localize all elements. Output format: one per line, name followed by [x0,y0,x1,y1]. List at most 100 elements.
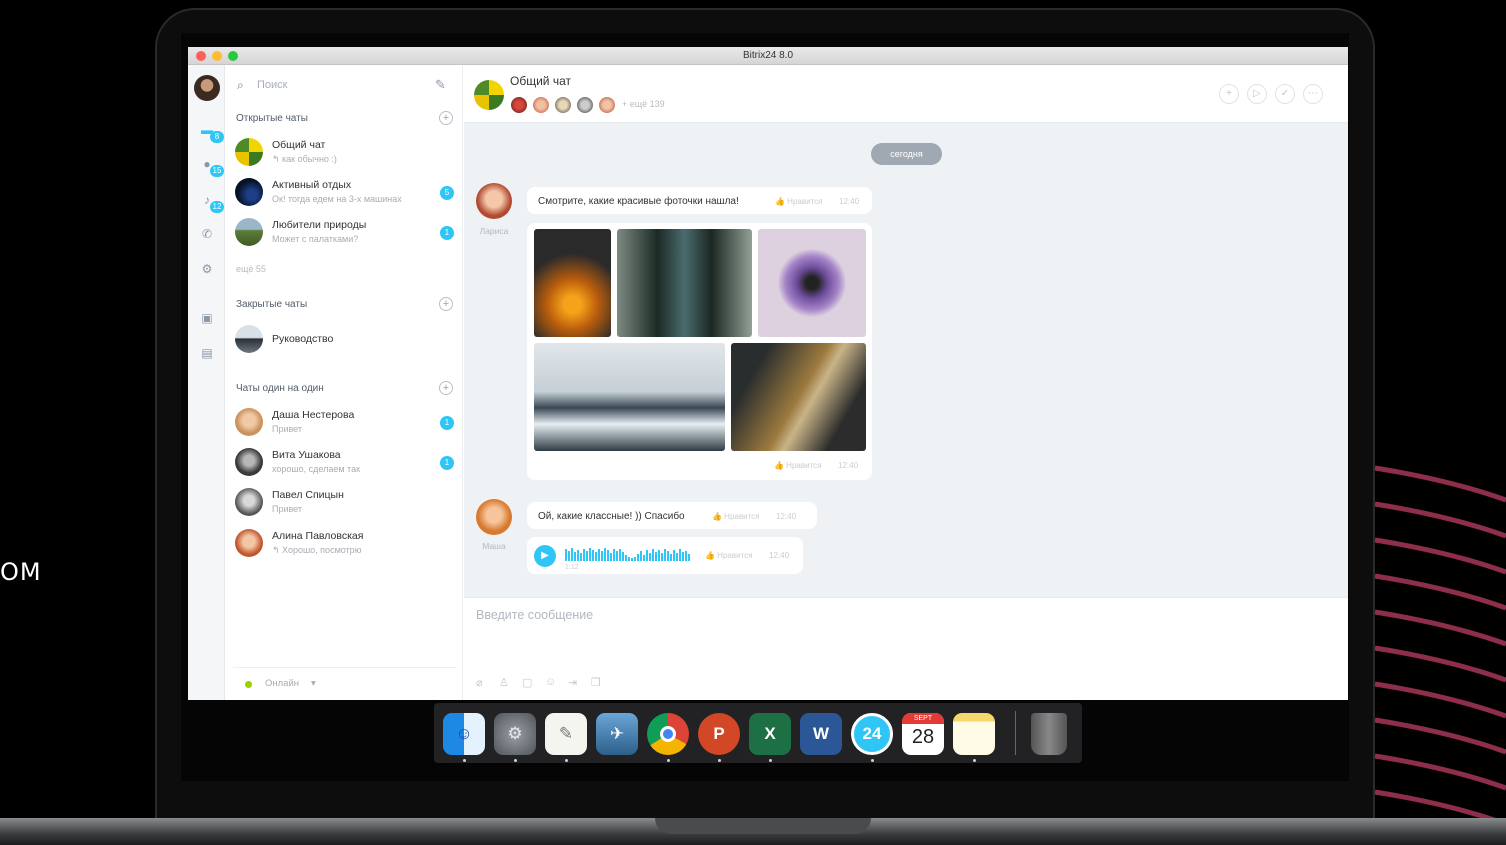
call-icon[interactable]: ▷ [1247,84,1267,104]
system-preferences-icon[interactable]: ⚙ [494,713,536,755]
audio-waveform[interactable] [565,547,691,563]
members-more-link[interactable]: + ещё 139 [622,99,665,109]
chat-avatar [235,529,263,557]
chat-item-general[interactable]: Общий чат ↰ как обычно :) [235,135,457,173]
unread-badge: 1 [440,226,454,240]
side-text: ОМ [0,558,42,586]
message-composer[interactable]: Введите сообщение ⌀ ♙ ▢ ☺ ⇥ ❐ [464,597,1348,700]
photo-thumbnail[interactable] [731,343,866,451]
attach-icon[interactable]: ⌀ [476,676,483,689]
like-button[interactable]: 👍 Нравится [775,197,822,206]
user-avatar[interactable] [194,75,220,101]
member-avatar[interactable] [576,96,594,114]
message-input[interactable]: Введите сообщение [476,608,593,622]
laptop-notch [655,818,871,834]
more-options-button[interactable]: ⋯ [1303,84,1323,104]
message-time: 12:40 [769,551,790,560]
add-open-chat-button[interactable]: + [439,111,453,125]
trash-icon[interactable] [1031,713,1067,755]
chat-item-active-rest[interactable]: Активный отдых Ок! тогда едем на 3-х маш… [235,175,457,213]
photo-album-bubble: 👍 Нравится 12:40 [527,223,872,480]
member-avatar[interactable] [510,96,528,114]
play-button[interactable]: ▶ [534,545,556,567]
message-time: 12:40 [776,512,797,521]
message-text: Смотрите, какие красивые фоточки нашла! [538,196,739,207]
running-indicator [667,759,670,762]
running-indicator [514,759,517,762]
chat-last-message: хорошо, сделаем так [272,464,361,474]
running-indicator [871,759,874,762]
message-text: Ой, какие классные! )) Спасибо [538,511,685,522]
quote-icon[interactable]: ❐ [591,676,601,689]
chat-last-message: ↰ как обычно :) [272,154,337,164]
add-direct-chat-button[interactable]: + [439,381,453,395]
search-input[interactable]: ⌕ Поиск [235,77,425,95]
calendar-icon[interactable]: ▣ [200,311,214,325]
message-bubble: Смотрите, какие красивые фоточки нашла! … [527,187,872,214]
compose-icon[interactable]: ✎ [435,77,446,93]
chat-avatar [235,138,263,166]
add-closed-chat-button[interactable]: + [439,297,453,311]
running-indicator [973,759,976,762]
calendar-app-icon[interactable]: SEPT 28 [902,713,944,755]
author-avatar[interactable] [476,183,512,219]
member-avatar[interactable] [598,96,616,114]
upload-icon[interactable]: ⇥ [568,676,577,689]
excel-icon[interactable]: X [749,713,791,755]
document-icon[interactable]: ▤ [200,346,214,360]
bitrix24-icon[interactable]: 24 [851,713,893,755]
date-divider: сегодня [871,143,942,165]
running-indicator [463,759,466,762]
chat-item-pavel[interactable]: Павел Спицын Привет [235,485,457,523]
rail-badge-alerts: 12 [210,201,224,213]
add-member-button[interactable]: + [1219,84,1239,104]
message-time: 12:40 [838,461,859,470]
file-icon[interactable]: ▢ [522,676,532,689]
photo-thumbnail[interactable] [534,229,611,337]
chat-area: Общий чат + ещё 139 + ▷ ✓ ⋯ сегодня Лари… [464,65,1348,700]
status-selector[interactable]: Онлайн ▾ [233,667,457,699]
left-rail: ▬ 8 ● 15 ♪ 12 ✆ ⚙ ▣ ▤ [188,65,225,700]
gear-icon[interactable]: ⚙ [200,262,214,276]
chat-item-vita[interactable]: Вита Ушакова хорошо, сделаем так 1 [235,445,457,483]
mention-icon[interactable]: ♙ [499,676,509,689]
phone-icon[interactable]: ✆ [200,227,214,241]
photo-thumbnail[interactable] [617,229,752,337]
message-bubble: Ой, какие классные! )) Спасибо 👍 Нравитс… [527,502,817,529]
author-avatar[interactable] [476,499,512,535]
chrome-icon[interactable] [647,713,689,755]
calendar-day: 28 [911,726,935,748]
notes-icon[interactable] [953,713,995,755]
unread-badge: 1 [440,416,454,430]
rail-badge-notifications: 15 [210,165,224,177]
chat-item-dasha[interactable]: Даша Нестерова Привет 1 [235,405,457,443]
like-button[interactable]: 👍 Нравится [712,512,759,521]
member-avatar[interactable] [532,96,550,114]
author-name: Маша [482,541,506,551]
chat-item-management[interactable]: Руководство [235,322,457,360]
chat-name: Любители природы [272,219,367,231]
chat-item-alina[interactable]: Алина Павловская ↰ Хорошо, посмотрю [235,526,457,564]
chrome-center [660,726,676,742]
textedit-icon[interactable]: ✎ [545,713,587,755]
voice-duration: 1:12 [565,564,579,571]
smile-icon[interactable]: ☺ [545,676,556,688]
author-name: Лариса [479,226,509,236]
chat-item-nature-lovers[interactable]: Любители природы Может с палатками? 1 [235,215,457,253]
finder-icon[interactable]: ☺ [443,713,485,755]
closed-chats-heading: Закрытые чаты [236,299,308,310]
photo-thumbnail[interactable] [758,229,866,337]
chat-avatar [235,448,263,476]
like-button[interactable]: 👍 Нравится [774,461,821,470]
status-label: Онлайн [265,678,300,689]
search-placeholder: Поиск [257,79,288,91]
voice-message-bubble: ▶ 1:12 👍 Нравится 12:40 [527,537,803,574]
member-avatar[interactable] [554,96,572,114]
preview-icon[interactable]: ✈ [596,713,638,755]
more-open-chats-link[interactable]: ещё 55 [236,264,266,274]
like-button[interactable]: 👍 Нравится [705,551,752,560]
photo-thumbnail[interactable] [534,343,725,451]
word-icon[interactable]: W [800,713,842,755]
powerpoint-icon[interactable]: P [698,713,740,755]
check-icon[interactable]: ✓ [1275,84,1295,104]
